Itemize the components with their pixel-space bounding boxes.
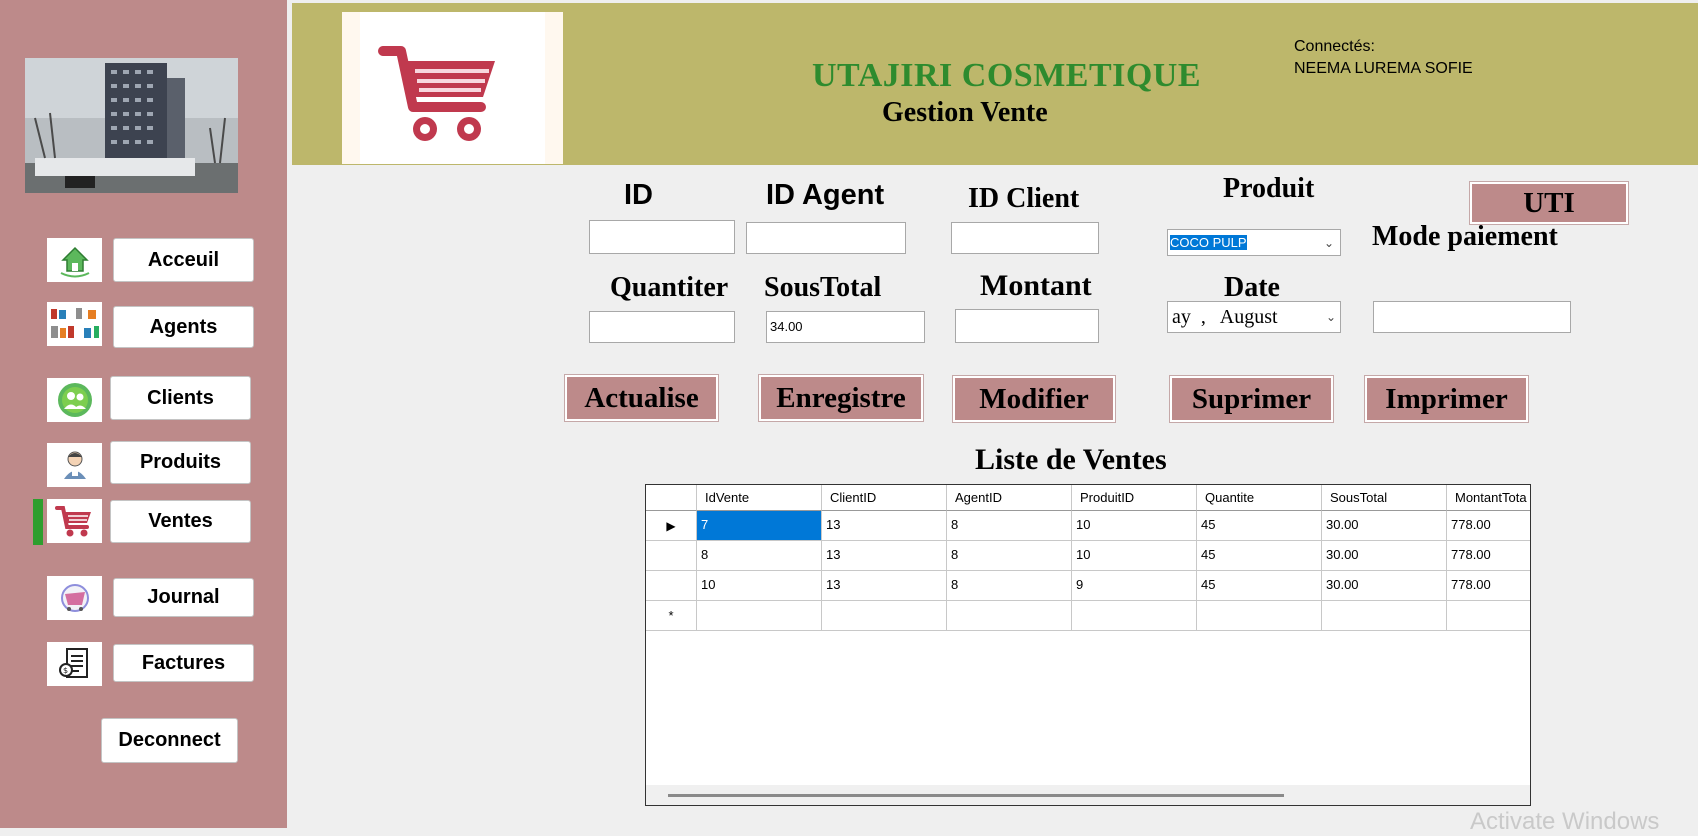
products-icon[interactable] [47,443,102,487]
deconnect-button[interactable]: Deconnect [101,718,238,763]
table-cell[interactable]: 8 [947,511,1072,541]
soustotal-label: SousTotal [764,272,882,303]
table-cell[interactable]: 45 [1197,571,1322,601]
produit-selected-value: COCO PULP [1170,235,1247,250]
list-title: Liste de Ventes [975,443,1167,476]
modifier-button[interactable]: Modifier [952,375,1116,423]
quantiter-label: Quantiter [610,272,729,303]
mode-paiement-input[interactable] [1373,301,1571,333]
new-row-cell[interactable] [1322,601,1447,631]
mode-paiement-label: Mode paiement [1372,221,1558,252]
activate-windows-watermark: Activate Windows [1470,808,1660,835]
new-row-cell[interactable] [697,601,822,631]
produit-label: Produit [1223,173,1315,204]
table-cell[interactable]: 30.00 [1322,511,1447,541]
table-cell[interactable]: 13 [822,571,947,601]
sidebar-item-journal[interactable]: Journal [113,578,254,617]
actualise-button[interactable]: Actualise [564,374,719,422]
logo [342,12,563,164]
connected-user: NEEMA LUREMA SOFIE [1294,60,1473,77]
sidebar-item-acceuil[interactable]: Acceuil [113,238,254,282]
new-row-cell[interactable] [1447,601,1530,631]
imprimer-button[interactable]: Imprimer [1364,375,1529,423]
table-cell[interactable]: 30.00 [1322,571,1447,601]
agents-icon[interactable] [47,302,102,346]
corner-header [646,485,697,511]
uti-button[interactable]: UTI [1469,181,1629,225]
date-label: Date [1224,272,1280,303]
column-header[interactable]: ProduitID [1072,485,1197,511]
table-cell[interactable]: 778.00 [1447,571,1530,601]
new-row-cell[interactable] [947,601,1072,631]
id-input[interactable] [589,220,735,254]
table-cell[interactable]: 8 [947,571,1072,601]
table-cell[interactable]: 10 [1072,511,1197,541]
sidebar-item-factures[interactable]: Factures [113,644,254,682]
active-indicator [33,499,43,545]
column-header[interactable]: SousTotal [1322,485,1447,511]
new-row-selector[interactable]: * [646,601,697,631]
row-selector[interactable] [646,541,697,571]
table-cell[interactable]: 30.00 [1322,541,1447,571]
produit-select[interactable]: COCO PULP ⌄ [1167,229,1341,256]
table-cell[interactable]: 9 [1072,571,1197,601]
date-picker[interactable]: ay , August ⌄ [1167,301,1341,333]
journal-icon[interactable] [47,576,102,620]
chevron-down-icon: ⌄ [1323,235,1334,250]
sidebar-item-agents[interactable]: Agents [113,306,254,348]
sales-table[interactable]: IdVente ClientID AgentID ProduitID Quant… [645,484,1531,806]
table-cell[interactable]: 13 [822,541,947,571]
connected-label: Connectés: [1294,38,1375,55]
id-label: ID [624,179,653,211]
id-agent-label: ID Agent [766,179,885,211]
montant-input[interactable] [955,309,1099,343]
column-header[interactable]: AgentID [947,485,1072,511]
invoice-icon[interactable]: $ [47,642,102,686]
sidebar: $ Acceuil Agents Clients Produits Ventes… [0,0,287,828]
id-client-input[interactable] [951,222,1099,254]
chevron-down-icon: ⌄ [1325,310,1336,324]
column-header[interactable]: ClientID [822,485,947,511]
table-cell[interactable]: 8 [947,541,1072,571]
scrollbar-thumb[interactable] [668,794,1284,797]
quantiter-input[interactable] [589,311,735,343]
building-photo [25,58,238,193]
cart-icon[interactable] [47,499,102,543]
clients-icon[interactable] [47,378,102,422]
table-cell[interactable]: 45 [1197,511,1322,541]
table-cell[interactable]: 8 [697,541,822,571]
table-cell[interactable]: 7 [697,511,822,541]
table-cell[interactable]: 13 [822,511,947,541]
home-icon[interactable] [47,238,102,282]
column-header[interactable]: MontantTota [1447,485,1530,511]
table-cell[interactable]: 10 [1072,541,1197,571]
new-row-cell[interactable] [1197,601,1322,631]
page-subtitle: Gestion Vente [882,97,1048,128]
table-cell[interactable]: 10 [697,571,822,601]
suprimer-button[interactable]: Suprimer [1169,375,1334,423]
id-agent-input[interactable] [746,222,906,254]
row-selector-current[interactable]: ▶ [646,511,697,541]
montant-label: Montant [980,269,1092,302]
sidebar-item-ventes[interactable]: Ventes [110,500,251,543]
column-header[interactable]: Quantite [1197,485,1322,511]
soustotal-input[interactable]: 34.00 [766,311,925,343]
table-cell[interactable]: 778.00 [1447,511,1530,541]
header: UTAJIRI COSMETIQUE Gestion Vente Connect… [292,3,1698,165]
cart-logo-icon [378,46,495,141]
column-header[interactable]: IdVente [697,485,822,511]
new-row-cell[interactable] [822,601,947,631]
svg-text:$: $ [63,666,68,675]
date-value: ay , August [1172,305,1278,328]
company-title: UTAJIRI COSMETIQUE [812,57,1202,94]
new-row-cell[interactable] [1072,601,1197,631]
sidebar-item-clients[interactable]: Clients [110,376,251,420]
table-cell[interactable]: 45 [1197,541,1322,571]
id-client-label: ID Client [968,183,1080,214]
table-cell[interactable]: 778.00 [1447,541,1530,571]
sidebar-item-produits[interactable]: Produits [110,441,251,484]
horizontal-scrollbar[interactable] [646,785,1530,805]
row-selector[interactable] [646,571,697,601]
enregistre-button[interactable]: Enregistre [758,374,924,422]
